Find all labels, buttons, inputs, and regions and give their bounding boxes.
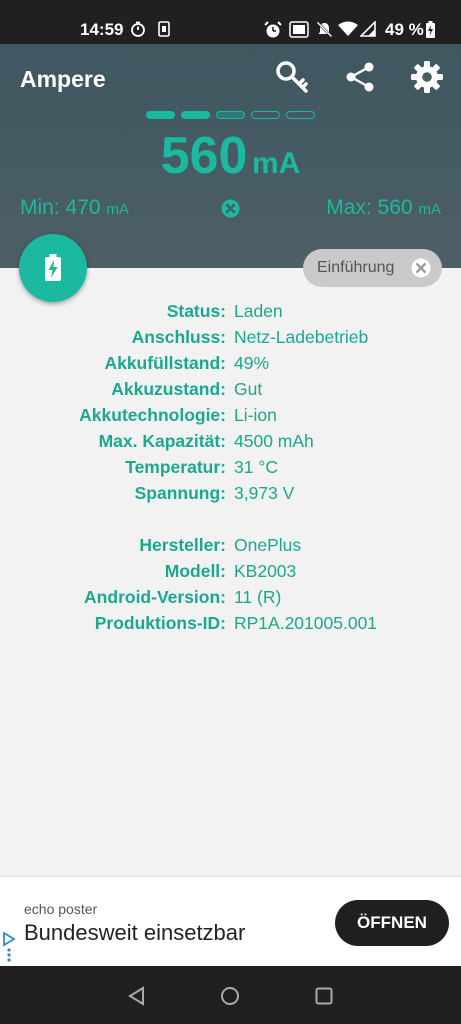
share-icon[interactable] — [343, 60, 377, 94]
info-key: Produktions-ID: — [94, 613, 226, 633]
wifi-icon — [338, 21, 358, 36]
info-row-build-id: Produktions-ID: RP1A.201005.001 — [0, 610, 461, 636]
min-reading: Min: 470 mA — [20, 196, 129, 220]
info-key: Akkutechnologie: — [79, 405, 226, 425]
close-icon[interactable] — [411, 258, 431, 278]
info-value: Netz-Ladebetrieb — [234, 327, 369, 347]
sim-icon — [158, 21, 170, 37]
info-value: RP1A.201005.001 — [234, 613, 378, 633]
info-value: KB2003 — [234, 561, 297, 581]
info-key: Android-Version: — [84, 587, 226, 607]
info-row-health: Akkuzustand: Gut — [0, 376, 461, 402]
info-row-temperature: Temperatur: 31 °C — [0, 454, 461, 480]
battery-info-list: Status: Laden Anschluss: Netz-Ladebetrieb … — [0, 298, 461, 636]
max-value: Max: 560 — [326, 196, 413, 219]
info-row-android-version: Android-Version: 11 (R) — [0, 584, 461, 610]
intro-chip-label: Einführung — [317, 259, 395, 276]
info-row-status: Status: Laden — [0, 298, 461, 324]
ad-open-button[interactable]: ÖFFNEN — [335, 900, 449, 946]
info-key: Anschluss: — [131, 327, 226, 347]
info-value: 3,973 V — [234, 483, 295, 503]
mute-icon — [316, 21, 333, 38]
info-row-voltage: Spannung: 3,973 V — [0, 480, 461, 506]
recents-icon[interactable] — [314, 986, 334, 1006]
info-row-level: Akkufüllstand: 49% — [0, 350, 461, 376]
info-value: Gut — [234, 379, 263, 399]
info-value: OnePlus — [234, 535, 302, 555]
current-value: 560 — [160, 127, 248, 185]
info-row-connection: Anschluss: Netz-Ladebetrieb — [0, 324, 461, 350]
back-icon[interactable] — [127, 986, 147, 1006]
key-icon[interactable] — [275, 60, 309, 94]
header: Ampere 560 mA Min: 470 mA Max: 560 mA — [0, 44, 461, 268]
min-value: Min: 470 — [20, 196, 101, 219]
intro-chip[interactable]: Einführung — [303, 249, 442, 287]
dot-empty — [251, 111, 280, 119]
volte-icon — [289, 21, 309, 38]
home-icon[interactable] — [220, 986, 240, 1006]
current-unit: mA — [251, 147, 301, 180]
current-reading: 560 mA — [0, 126, 461, 186]
settings-icon[interactable] — [410, 60, 444, 94]
dot-filled — [146, 111, 175, 119]
alarm-icon — [264, 21, 282, 38]
dot-filled — [181, 111, 210, 119]
app-title: Ampere — [20, 66, 106, 92]
ad-headline[interactable]: Bundesweit einsetzbar — [24, 920, 245, 946]
info-row-model: Modell: KB2003 — [0, 558, 461, 584]
max-unit: mA — [418, 201, 442, 218]
dot-empty — [286, 111, 315, 119]
info-row-technology: Akkutechnologie: Li-ion — [0, 402, 461, 428]
dot-empty — [216, 111, 245, 119]
info-key: Spannung: — [134, 483, 226, 503]
adchoices-icon[interactable] — [2, 932, 16, 962]
max-reading: Max: 560 mA — [326, 196, 441, 220]
info-value: 11 (R) — [234, 587, 282, 607]
info-value: Li-ion — [234, 405, 277, 425]
info-key: Status: — [166, 301, 226, 321]
info-value: 49% — [234, 353, 270, 373]
info-key: Temperatur: — [125, 457, 226, 477]
timer-icon — [131, 21, 145, 37]
ad-advertiser: echo poster — [24, 901, 98, 917]
info-key: Modell: — [164, 561, 226, 581]
info-key: Hersteller: — [139, 535, 226, 555]
battery-percent: 49 % — [385, 20, 424, 39]
info-value: Laden — [234, 301, 283, 321]
info-key: Max. Kapazität: — [98, 431, 226, 451]
status-time: 14:59 — [80, 20, 124, 39]
info-key: Akkufüllstand: — [104, 353, 226, 373]
nav-bar — [0, 966, 461, 1024]
info-key: Akkuzustand: — [111, 379, 226, 399]
ad-banner[interactable]: echo poster Bundesweit einsetzbar ÖFFNEN — [0, 876, 461, 966]
info-value: 31 °C — [234, 457, 278, 477]
battery-fab-button[interactable] — [19, 234, 87, 302]
reset-minmax-icon[interactable] — [221, 199, 240, 218]
status-bar: 14:59 49 % — [0, 0, 461, 44]
info-row-capacity: Max. Kapazität: 4500 mAh — [0, 428, 461, 454]
info-row-manufacturer: Hersteller: OnePlus — [0, 532, 461, 558]
signal-icon — [360, 21, 376, 37]
info-value: 4500 mAh — [234, 431, 314, 451]
battery-charging-icon — [426, 21, 435, 38]
battery-charging-icon — [45, 254, 61, 281]
min-unit: mA — [106, 201, 129, 218]
